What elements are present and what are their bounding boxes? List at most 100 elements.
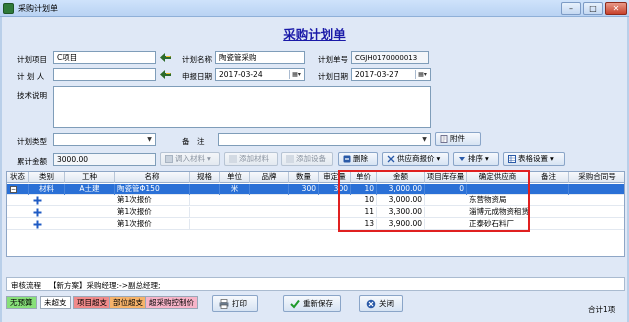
report-date-input[interactable]: 2017-03-24 ▦▾ [215,68,305,81]
collapse-icon[interactable]: − [10,186,17,193]
plus-icon[interactable] [33,208,42,217]
calendar-icon[interactable]: ▦▾ [415,70,429,79]
cell-name: 第1次报价 [115,219,190,230]
cell-unit: 米 [220,184,250,195]
sort-button[interactable]: 排序 ▾ [453,152,499,166]
cell-contract [569,184,624,195]
chevron-down-icon: ▼ [147,136,152,143]
maximize-icon[interactable]: □ [583,2,603,15]
header-contract[interactable]: 采购合同号 [569,172,624,183]
cell-supplier: 正泰砂石料厂 [467,219,529,230]
minimize-icon[interactable]: – [561,2,581,15]
header-status[interactable]: 状态 [7,172,29,183]
plus-icon[interactable] [33,220,42,229]
total-field: 3000.00 [53,153,156,166]
form-heading: 采购计划单 [283,27,346,42]
import-label: 调入材料 [175,154,205,163]
cell-name: 第1次报价 [115,207,190,218]
record-count: 合计1项 [588,305,616,314]
plan-name-input[interactable]: 陶瓷管采购 [215,51,305,64]
cell-supplier [467,184,529,195]
close-window-icon [366,299,376,308]
header-amount[interactable]: 金额 [377,172,425,183]
header-qty[interactable]: 数量 [289,172,319,183]
table-settings-button[interactable]: 表格设置 ▾ [503,152,565,166]
resave-button[interactable]: 重新保存 [283,295,341,312]
table-icon [508,155,516,163]
import-icon [165,155,173,163]
cell-trade: A土建 [65,184,115,195]
header-unit[interactable]: 单位 [220,172,250,183]
type-select[interactable]: ▼ [53,133,156,146]
cell-amount: 3,000.00 [377,195,425,206]
quote-row[interactable]: 第1次报价 10 3,000.00 东营物资局 [7,195,624,206]
project-label: 计划项目 [17,55,47,64]
planner-input[interactable] [53,68,156,81]
attach-button[interactable]: 附件 [435,132,481,146]
remark-label: 备 注 [182,137,205,146]
cell-price: 13 [351,219,377,230]
cell-category: 材料 [29,184,65,195]
arrow-left-icon[interactable] [160,53,171,62]
report-date-label: 申报日期 [182,72,212,81]
add-equipment-label: 添加设备 [296,154,326,163]
add-icon [229,155,237,163]
total-label: 累计金额 [17,157,47,166]
app-icon [3,3,14,14]
project-input[interactable]: C项目 [53,51,156,64]
plan-grid[interactable]: 状态 类别 工种 名称 规格 单位 品牌 数量 审定量 单价 金额 项目库存量 … [6,171,625,257]
plus-icon[interactable] [33,196,42,205]
add-material-button[interactable]: 添加材料 [224,152,278,166]
chevron-down-icon: ▼ [422,136,427,143]
planner-label: 计 划 人 [17,72,45,81]
header-approved[interactable]: 审定量 [319,172,351,183]
arrow-left-icon[interactable] [160,70,171,79]
tech-textarea[interactable] [53,86,431,128]
header-spec[interactable]: 规格 [190,172,220,183]
header-stock[interactable]: 项目库存量 [425,172,467,183]
sort-icon [459,157,465,161]
delete-button[interactable]: 删除 [338,152,378,166]
cell-amount: 3,900.00 [377,219,425,230]
header-brand[interactable]: 品牌 [250,172,289,183]
header-name[interactable]: 名称 [115,172,190,183]
cell-price: 10 [351,195,377,206]
supplier-quote-label: 供应商报价 [397,154,435,163]
legend-dept-over: 部位超支 [109,296,147,309]
title-bar: 采购计划单 – □ ✕ [0,0,629,17]
add-icon [286,155,294,163]
print-button[interactable]: 打印 [212,295,258,312]
paperclip-icon [440,135,448,143]
legend-project-over: 项目超支 [73,296,111,309]
add-material-label: 添加材料 [239,154,269,163]
quote-row[interactable]: 第1次报价 13 3,900.00 正泰砂石料厂 [7,219,624,230]
audit-label: 审核流程 [11,281,41,290]
add-equipment-button[interactable]: 添加设备 [281,152,333,166]
cell-remark [529,184,569,195]
chevron-down-icon: ▾ [550,154,554,163]
tech-label: 技术说明 [17,91,47,100]
close-button[interactable]: 关闭 [359,295,403,312]
cell-supplier: 东营物资局 [467,195,529,206]
print-icon [219,298,229,309]
quote-row[interactable]: 第1次报价 11 3,300.00 淄博元成物资租赁 [7,207,624,218]
delete-icon [343,155,351,163]
cell-amount: 3,000.00 [377,184,425,195]
header-trade[interactable]: 工种 [65,172,115,183]
audit-flow-bar: 审核流程 【新方案】采购经理:->副总经理; [6,277,625,291]
plan-date-input[interactable]: 2017-03-27 ▦▾ [351,68,431,81]
header-remark[interactable]: 备注 [529,172,569,183]
legend-no-budget: 无预算 [6,296,37,309]
report-date-value: 2017-03-24 [219,70,263,79]
supplier-quote-button[interactable]: 供应商报价 ▾ [382,152,449,166]
header-supplier[interactable]: 确定供应商 [467,172,529,183]
header-price[interactable]: 单价 [351,172,377,183]
chevron-down-icon: ▾ [485,154,489,163]
import-material-button[interactable]: 调入材料 ▾ [160,152,220,166]
header-category[interactable]: 类别 [29,172,65,183]
calendar-icon[interactable]: ▦▾ [289,70,303,79]
table-row[interactable]: − 材料 A土建 陶瓷管Φ150 米 300 300 10 3,000.00 0 [7,184,624,195]
attach-label: 附件 [450,134,465,143]
close-icon[interactable]: ✕ [605,2,627,15]
remark-input[interactable]: ▼ [218,133,431,146]
